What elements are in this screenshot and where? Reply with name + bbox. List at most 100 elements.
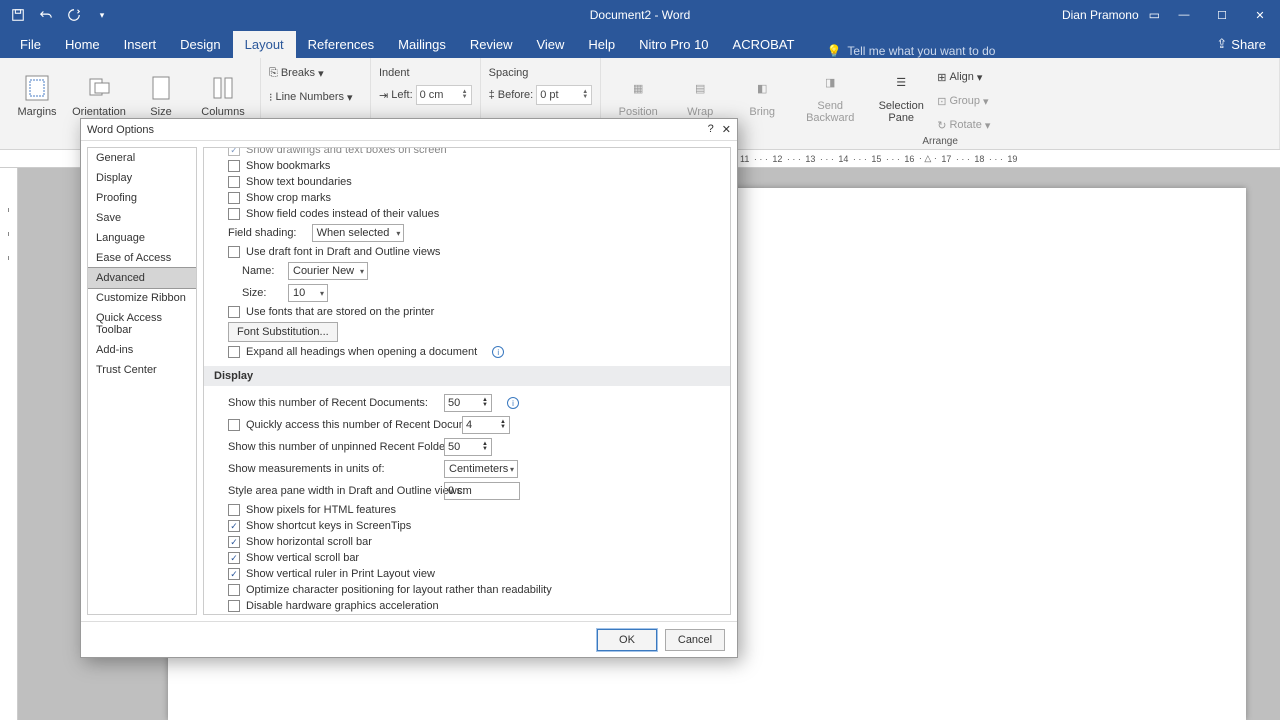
ruler-mark: 17 bbox=[941, 154, 951, 164]
share-button[interactable]: ⇪ Share bbox=[1202, 30, 1280, 58]
ok-button[interactable]: OK bbox=[597, 629, 657, 651]
opt-label: Disable hardware graphics acceleration bbox=[246, 600, 439, 612]
tab-home[interactable]: Home bbox=[53, 31, 112, 58]
checkbox-vscroll[interactable]: ✓ bbox=[228, 552, 240, 564]
columns-label: Columns bbox=[201, 106, 244, 118]
minimize-icon[interactable]: — bbox=[1170, 3, 1198, 27]
font-substitution-button[interactable]: Font Substitution... bbox=[228, 322, 338, 342]
tab-file[interactable]: File bbox=[8, 31, 53, 58]
style-area-input[interactable]: 0 cm bbox=[444, 482, 520, 500]
checkbox-expand-headings[interactable] bbox=[228, 346, 240, 358]
vertical-ruler[interactable] bbox=[0, 168, 18, 720]
save-icon[interactable] bbox=[6, 3, 30, 27]
opt-label: Show drawings and text boxes on screen bbox=[246, 147, 447, 156]
section-display: Display bbox=[204, 366, 730, 386]
field-shading-combo[interactable]: When selected bbox=[312, 224, 405, 242]
sidebar-item-display[interactable]: Display bbox=[88, 168, 196, 188]
columns-icon bbox=[209, 74, 237, 102]
align-button[interactable]: ⊞Align▾ bbox=[937, 66, 990, 88]
overlay-line1: CARA MERUBAH bbox=[766, 310, 1240, 360]
checkbox-vruler[interactable]: ✓ bbox=[228, 568, 240, 580]
rotate-icon: ↻ bbox=[937, 119, 946, 132]
sidebar-item-advanced[interactable]: Advanced bbox=[87, 267, 197, 289]
close-icon[interactable]: ✕ bbox=[1246, 3, 1274, 27]
cancel-button[interactable]: Cancel bbox=[665, 629, 725, 651]
checkbox[interactable]: ✓ bbox=[228, 147, 240, 156]
document-title: Document2 - Word bbox=[590, 8, 690, 22]
selection-pane-button[interactable]: ☰Selection Pane bbox=[869, 62, 933, 130]
sidebar-item-language[interactable]: Language bbox=[88, 228, 196, 248]
maximize-icon[interactable]: ☐ bbox=[1208, 3, 1236, 27]
sidebar-item-save[interactable]: Save bbox=[88, 208, 196, 228]
font-size-combo[interactable]: 10 bbox=[288, 284, 328, 302]
tab-view[interactable]: View bbox=[524, 31, 576, 58]
quick-access-input[interactable]: 4▲▼ bbox=[462, 416, 510, 434]
line-numbers-button[interactable]: ⁝Line Numbers▾ bbox=[269, 86, 362, 108]
ruler-mark: 16 bbox=[904, 154, 914, 164]
opt-label: Show crop marks bbox=[246, 192, 331, 204]
sidebar-item-general[interactable]: General bbox=[88, 148, 196, 168]
spacing-before-input[interactable]: 0 pt▲▼ bbox=[536, 85, 592, 105]
rotate-button: ↻Rotate▾ bbox=[937, 114, 990, 136]
tab-nitro[interactable]: Nitro Pro 10 bbox=[627, 31, 720, 58]
send-backward-icon: ◨ bbox=[816, 68, 844, 96]
checkbox-text-boundaries[interactable] bbox=[228, 176, 240, 188]
checkbox-bookmarks[interactable] bbox=[228, 160, 240, 172]
checkbox-shortcuts[interactable]: ✓ bbox=[228, 520, 240, 532]
indent-left-label: Left: bbox=[391, 89, 412, 101]
tell-me-search[interactable]: 💡 Tell me what you want to do bbox=[826, 44, 995, 58]
unpinned-input[interactable]: 50▲▼ bbox=[444, 438, 492, 456]
info-icon[interactable]: i bbox=[492, 346, 504, 358]
sidebar-item-customize-ribbon[interactable]: Customize Ribbon bbox=[88, 288, 196, 308]
dialog-help-icon[interactable]: ? bbox=[708, 123, 714, 136]
font-name-combo[interactable]: Courier New bbox=[288, 262, 368, 280]
sidebar-item-qat[interactable]: Quick Access Toolbar bbox=[88, 308, 196, 340]
size-label: Size bbox=[150, 106, 171, 118]
ribbon-display-icon[interactable]: ▭ bbox=[1149, 8, 1160, 22]
line-numbers-label: Line Numbers bbox=[276, 91, 344, 103]
tab-mailings[interactable]: Mailings bbox=[386, 31, 458, 58]
tell-me-label: Tell me what you want to do bbox=[847, 44, 995, 58]
tab-review[interactable]: Review bbox=[458, 31, 525, 58]
tab-design[interactable]: Design bbox=[168, 31, 232, 58]
checkbox-pixels-html[interactable] bbox=[228, 504, 240, 516]
redo-icon[interactable] bbox=[62, 3, 86, 27]
dialog-sidebar: General Display Proofing Save Language E… bbox=[87, 147, 197, 615]
sidebar-item-proofing[interactable]: Proofing bbox=[88, 188, 196, 208]
checkbox-optimize-char[interactable] bbox=[228, 584, 240, 596]
checkbox-field-codes[interactable] bbox=[228, 208, 240, 220]
sidebar-item-ease-of-access[interactable]: Ease of Access bbox=[88, 248, 196, 268]
spacing-before-icon: ‡ bbox=[489, 89, 495, 101]
field-shading-label: Field shading: bbox=[228, 227, 297, 239]
checkbox-crop-marks[interactable] bbox=[228, 192, 240, 204]
position-label: Position bbox=[619, 106, 658, 118]
orientation-icon bbox=[85, 74, 113, 102]
tab-help[interactable]: Help bbox=[576, 31, 627, 58]
checkbox-hscroll[interactable]: ✓ bbox=[228, 536, 240, 548]
sidebar-item-trust-center[interactable]: Trust Center bbox=[88, 360, 196, 380]
info-icon[interactable]: i bbox=[507, 397, 519, 409]
checkbox-draft-font[interactable] bbox=[228, 246, 240, 258]
opt-label: Show shortcut keys in ScreenTips bbox=[246, 520, 411, 532]
sidebar-item-addins[interactable]: Add-ins bbox=[88, 340, 196, 360]
tab-insert[interactable]: Insert bbox=[112, 31, 169, 58]
measurements-combo[interactable]: Centimeters bbox=[444, 460, 518, 478]
dialog-close-icon[interactable]: ✕ bbox=[722, 123, 731, 136]
qat-customize-icon[interactable]: ▾ bbox=[90, 3, 114, 27]
dialog-content[interactable]: ✓Show drawings and text boxes on screen … bbox=[203, 147, 731, 615]
share-icon: ⇪ bbox=[1216, 36, 1227, 52]
checkbox-disable-hw[interactable] bbox=[228, 600, 240, 612]
tab-references[interactable]: References bbox=[296, 31, 386, 58]
checkbox-quick-access-recent[interactable] bbox=[228, 419, 240, 431]
indent-header: Indent bbox=[379, 62, 472, 84]
undo-icon[interactable] bbox=[34, 3, 58, 27]
indent-left-input[interactable]: 0 cm▲▼ bbox=[416, 85, 472, 105]
tab-layout[interactable]: Layout bbox=[233, 31, 296, 58]
breaks-button[interactable]: ⎘Breaks▾ bbox=[269, 62, 362, 84]
ruler-mark: 14 bbox=[838, 154, 848, 164]
tab-acrobat[interactable]: ACROBAT bbox=[721, 31, 807, 58]
recent-docs-input[interactable]: 50▲▼ bbox=[444, 394, 492, 412]
group-icon: ⊡ bbox=[937, 95, 946, 108]
margins-button[interactable]: Margins bbox=[8, 62, 66, 130]
checkbox-printer-fonts[interactable] bbox=[228, 306, 240, 318]
